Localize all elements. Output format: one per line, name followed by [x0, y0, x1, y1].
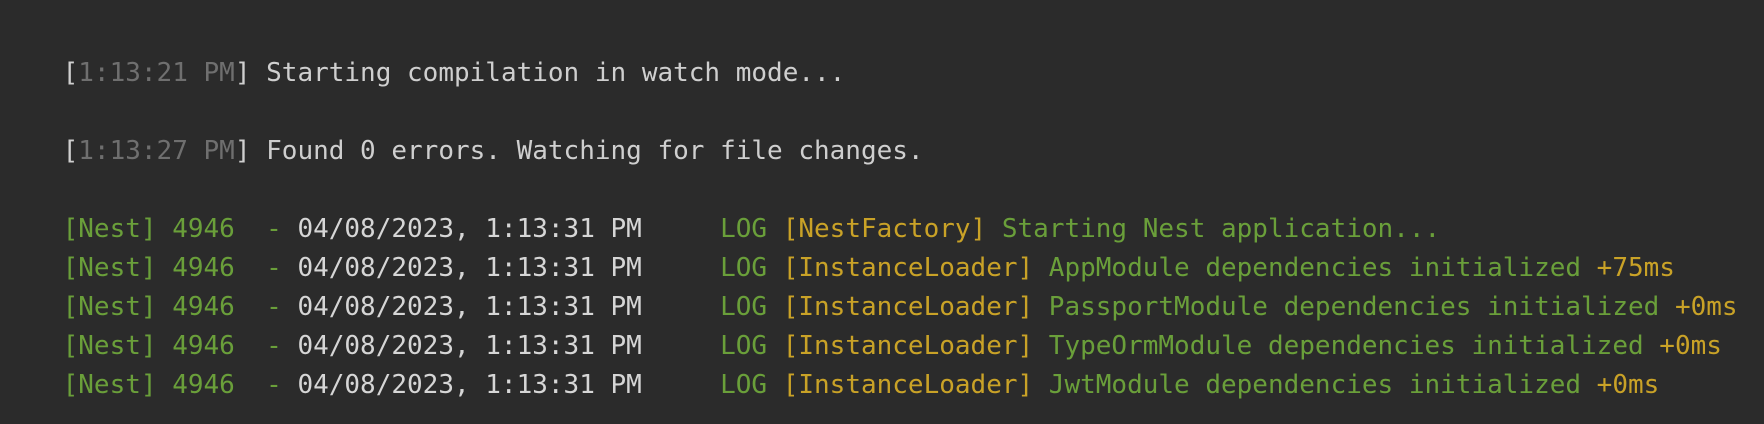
log-timing: +0ms: [1581, 370, 1660, 400]
timestamp-close-bracket: ]: [234, 136, 251, 166]
timestamp: 1:13:27 PM: [78, 136, 235, 166]
timestamp: 1:13:21 PM: [78, 58, 235, 88]
log-level: LOG: [641, 370, 783, 400]
compile-log-line: [1:13:27 PM] Found 0 errors. Watching fo…: [0, 85, 924, 166]
nest-log-line: [Nest] 4946 - 04/08/2023, 1:13:31 PM LOG…: [0, 163, 1441, 244]
nest-log-line: [Nest] 4946 - 04/08/2023, 1:13:31 PM LOG…: [0, 280, 1722, 361]
timestamp-open-bracket: [: [62, 58, 79, 88]
timestamp-close-bracket: ]: [234, 58, 251, 88]
terminal-output[interactable]: [1:13:21 PM] Starting compilation in wat…: [0, 0, 1764, 424]
nest-log-line: [Nest] 4946 - 04/08/2023, 1:13:31 PM LOG…: [0, 241, 1738, 322]
compile-log-line: [1:13:21 PM] Starting compilation in wat…: [0, 7, 846, 88]
log-message: JwtModule dependencies initialized: [1033, 370, 1582, 400]
nest-log-line: [Nest] 4946 - 04/08/2023, 1:13:31 PM LOG…: [0, 319, 1660, 400]
log-context: [InstanceLoader]: [782, 370, 1034, 400]
timestamp-open-bracket: [: [62, 136, 79, 166]
log-message: Starting compilation in watch mode...: [250, 58, 846, 88]
nest-log-line: [Nest] 4946 - 04/08/2023, 1:13:31 PM LOG…: [0, 202, 1675, 283]
log-message: Found 0 errors. Watching for file change…: [250, 136, 924, 166]
nest-process-prefix: [Nest] 4946 -: [62, 370, 298, 400]
log-datetime: 04/08/2023, 1:13:31 PM: [297, 370, 642, 400]
